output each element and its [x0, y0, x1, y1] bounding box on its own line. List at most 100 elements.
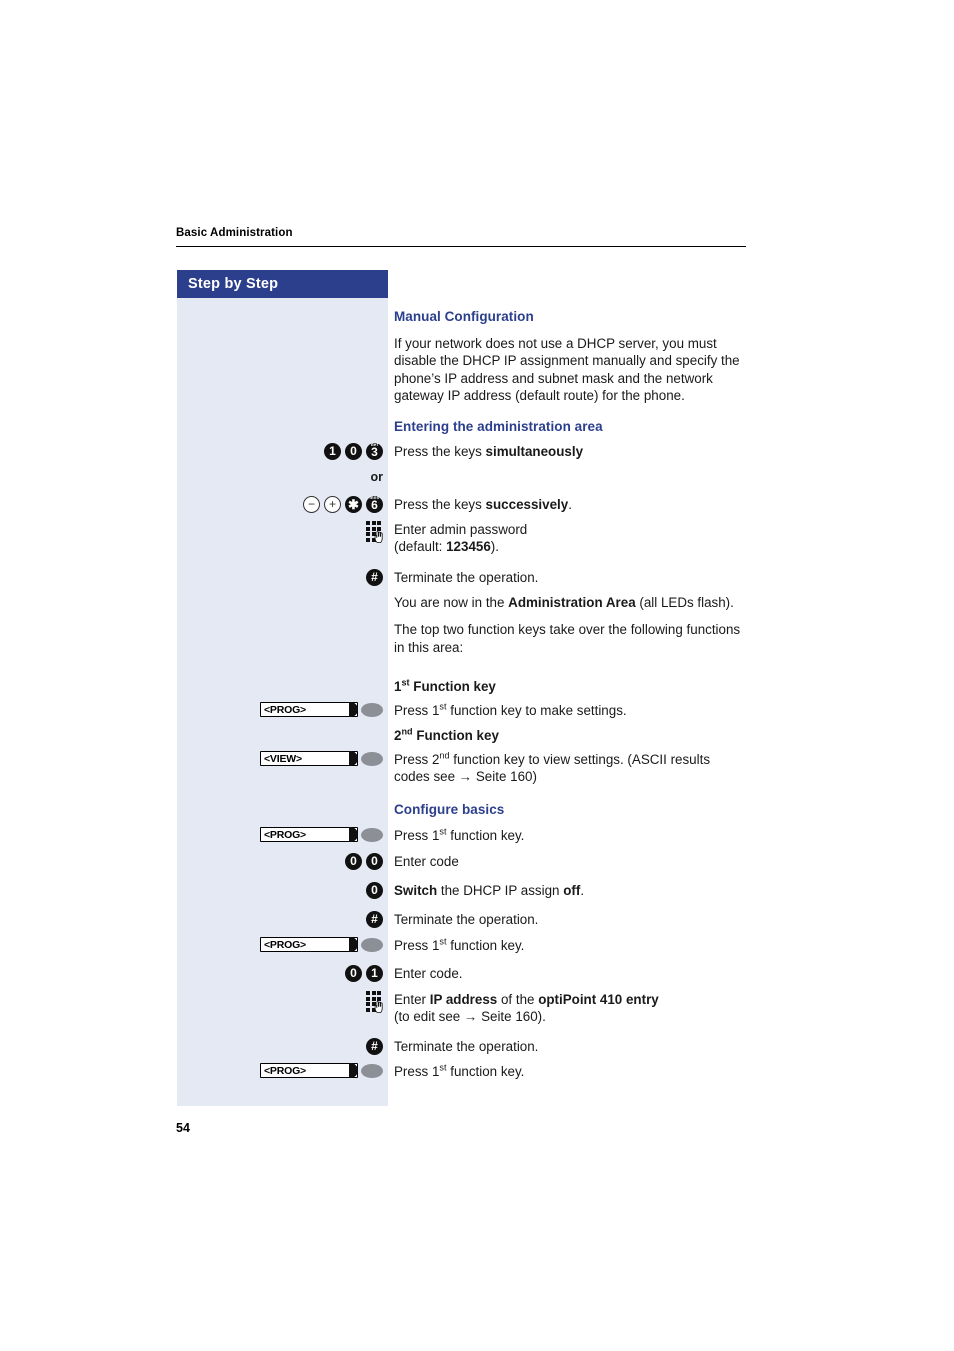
key-group-00: 0 0 [177, 853, 383, 870]
text-cb-enter-code-2: Enter code. [394, 966, 463, 981]
function-key-lamp-4[interactable] [361, 1063, 383, 1078]
function-key-nub-3 [349, 937, 358, 952]
text-cb-press-first-fn-3: Press 1st function key. [394, 1063, 746, 1080]
function-key-nub-view [349, 751, 358, 766]
key-0-icon-a[interactable]: 0 [345, 853, 362, 870]
simultaneously-bold: simultaneously [485, 444, 584, 459]
admin-area-suffix: (all LEDs flash). [635, 595, 734, 610]
function-key-label-box-2[interactable]: <PROG> [260, 827, 358, 842]
key-star-icon[interactable]: ✱ [345, 496, 362, 513]
hash-key-icon-2[interactable]: # [366, 911, 383, 928]
cb-press-prefix-2: Press 1 [394, 938, 440, 953]
second-fkey-rest: Function key [412, 728, 499, 743]
key-0-icon-d[interactable]: 0 [345, 965, 362, 982]
ip-line2: (to edit see → Seite 160). [394, 1009, 546, 1025]
function-key-prog-2[interactable]: <PROG> [260, 827, 383, 842]
page-number: 54 [176, 1121, 190, 1135]
key-3-icon[interactable]: def 3 [366, 442, 383, 460]
function-key-prog-3[interactable]: <PROG> [260, 937, 383, 952]
keypad-icon[interactable] [366, 521, 383, 543]
ip-line1-prefix: Enter [394, 992, 430, 1007]
key-1-icon-b[interactable]: 1 [366, 965, 383, 982]
function-key-label-view: <VIEW> [264, 752, 302, 765]
first-fkey-sup: st [401, 677, 410, 688]
text-admin-area-confirmation: You are now in the Administration Area (… [394, 594, 746, 611]
successively-suffix: . [568, 497, 572, 512]
press-keys-prefix: Press the keys [394, 444, 486, 459]
heading-configure-basics: Configure basics [394, 802, 505, 817]
optipoint-entry-bold: optiPoint 410 entry [538, 992, 659, 1007]
function-key-nub-2 [349, 827, 358, 842]
default-suffix: ). [490, 539, 499, 555]
hash-key-icon[interactable]: # [366, 569, 383, 586]
heading-second-function-key: 2nd Function key [394, 727, 746, 744]
second-fkey-sup: nd [401, 726, 413, 737]
function-key-label-box-4[interactable]: <PROG> [260, 1063, 358, 1078]
press-2nd-sup: nd [439, 750, 450, 761]
press-1st-prefix: Press 1 [394, 703, 440, 718]
admin-area-prefix: You are now in the [394, 595, 509, 610]
function-key-nub-4 [349, 1063, 358, 1078]
function-key-lamp-2[interactable] [361, 827, 383, 842]
header-rule [176, 246, 746, 247]
cb-press-sup-1: st [439, 826, 447, 837]
ip-line1-mid: of the [497, 992, 539, 1007]
press-1st-sup: st [439, 701, 447, 712]
function-key-lamp-3[interactable] [361, 937, 383, 952]
text-press-first-fn-make-settings: Press 1st function key to make settings. [394, 702, 746, 719]
function-key-label-4: <PROG> [264, 1064, 306, 1077]
text-intro-function-keys: The top two function keys take over the … [394, 622, 741, 655]
cb-press-prefix-1: Press 1 [394, 828, 440, 843]
step-by-step-title: Step by Step [188, 276, 279, 292]
enter-admin-password-line1: Enter admin password [394, 522, 528, 537]
default-password-value: 123456 [446, 539, 491, 555]
key-group-103: 1 0 def 3 [177, 442, 383, 460]
key-plus-icon[interactable]: + [324, 496, 341, 513]
off-bold: off [563, 883, 581, 898]
hash-key-icon-3[interactable]: # [366, 1038, 383, 1055]
cb-press-sup-2: st [439, 936, 447, 947]
press-2nd-prefix: Press 2 [394, 752, 440, 767]
first-fkey-rest: Function key [409, 679, 496, 694]
heading-first-function-key: 1st Function key [394, 678, 746, 695]
function-key-label-1: <PROG> [264, 703, 306, 716]
function-key-label-3: <PROG> [264, 938, 306, 951]
manual-configuration-paragraph: If your network does not use a DHCP serv… [394, 336, 740, 403]
step-by-step-header: Step by Step [177, 270, 388, 298]
text-press-simultaneously: Press the keys simultaneously [394, 443, 746, 460]
heading-entering-admin-area: Entering the administration area [394, 419, 603, 434]
key-group-0: 0 [177, 882, 383, 899]
switch-bold: Switch [394, 883, 438, 898]
text-cb-press-first-fn-2: Press 1st function key. [394, 937, 746, 954]
key-6-icon[interactable]: mno 6 [366, 495, 383, 513]
key-0-icon-c[interactable]: 0 [366, 882, 383, 899]
function-key-label-box-3[interactable]: <PROG> [260, 937, 358, 952]
switch-suffix: . [580, 883, 585, 898]
function-key-label-box-1[interactable]: <PROG> [260, 702, 358, 717]
function-key-label-box-view[interactable]: <VIEW> [260, 751, 358, 766]
key-6-digit: 6 [371, 498, 378, 512]
text-cb-enter-ip-address: Enter IP address of the optiPoint 410 en… [394, 991, 746, 1026]
keypad-icon-2[interactable] [366, 991, 383, 1013]
running-head: Basic Administration [176, 226, 746, 247]
default-prefix: (default: [394, 539, 447, 555]
cb-press-suffix-2: function key. [446, 938, 525, 953]
press-keys-prefix-2: Press the keys [394, 497, 486, 512]
or-label: or [370, 470, 384, 484]
function-key-view[interactable]: <VIEW> [260, 751, 383, 766]
function-key-nub-1 [349, 702, 358, 717]
function-key-lamp-view[interactable] [361, 751, 383, 766]
function-key-lamp-1[interactable] [361, 702, 383, 717]
function-key-label-2: <PROG> [264, 828, 306, 841]
key-1-icon[interactable]: 1 [324, 443, 341, 460]
key-0-icon[interactable]: 0 [345, 443, 362, 460]
function-key-prog-4[interactable]: <PROG> [260, 1063, 383, 1078]
text-press-second-fn-view-settings: Press 2nd function key to view settings.… [394, 751, 746, 786]
key-0-icon-b[interactable]: 0 [366, 853, 383, 870]
text-cb-terminate-2: Terminate the operation. [394, 1039, 539, 1054]
function-key-prog-1[interactable]: <PROG> [260, 702, 383, 717]
text-terminate-1: Terminate the operation. [394, 570, 539, 585]
key-minus-icon[interactable]: − [303, 496, 320, 513]
cb-press-prefix-3: Press 1 [394, 1064, 440, 1079]
heading-manual-configuration: Manual Configuration [394, 309, 534, 324]
